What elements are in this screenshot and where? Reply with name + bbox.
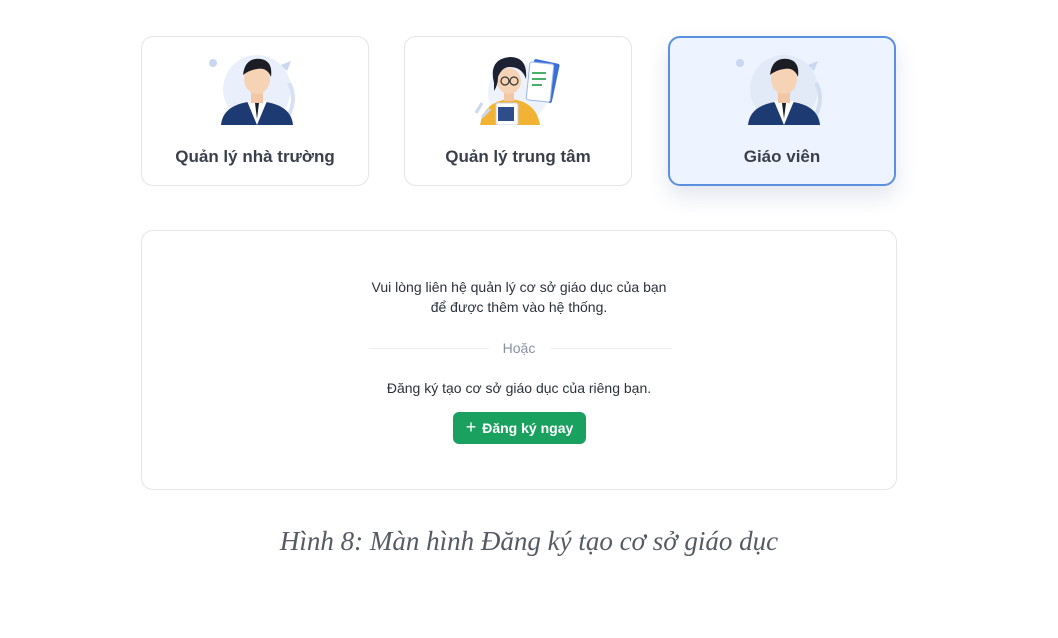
role-card-label: Giáo viên (743, 147, 821, 166)
contact-message-line1: Vui lòng liên hệ quản lý cơ sở giáo dục … (371, 279, 667, 295)
role-card-center-manager[interactable]: Quản lý trung tâm (404, 36, 632, 186)
role-card-label: Quản lý nhà trường (175, 147, 335, 166)
register-now-label: Đăng ký ngay (482, 420, 574, 436)
role-card-label: Quản lý trung tâm (445, 147, 591, 166)
role-card-teacher[interactable]: Giáo viên (668, 36, 896, 186)
page: Quản lý nhà trường Quản lý trung tâm Giá… (0, 0, 1058, 638)
center-manager-illustration (474, 57, 560, 125)
contact-message-line2: để được thêm vào hệ thống. (430, 299, 608, 315)
divider-label: Hoặc (502, 340, 536, 356)
register-prompt: Đăng ký tạo cơ sở giáo dục của riêng bạn… (386, 380, 652, 396)
register-now-button[interactable]: + Đăng ký ngay (453, 412, 586, 444)
teacher-illustration (736, 55, 822, 125)
role-card-school-manager[interactable]: Quản lý nhà trường (141, 36, 369, 186)
divider-right (550, 348, 672, 349)
school-manager-illustration (209, 55, 295, 125)
register-panel: Vui lòng liên hệ quản lý cơ sở giáo dục … (141, 230, 897, 490)
plus-icon: + (465, 417, 477, 437)
figure-caption: Hình 8: Màn hình Đăng ký tạo cơ sở giáo … (279, 526, 779, 556)
